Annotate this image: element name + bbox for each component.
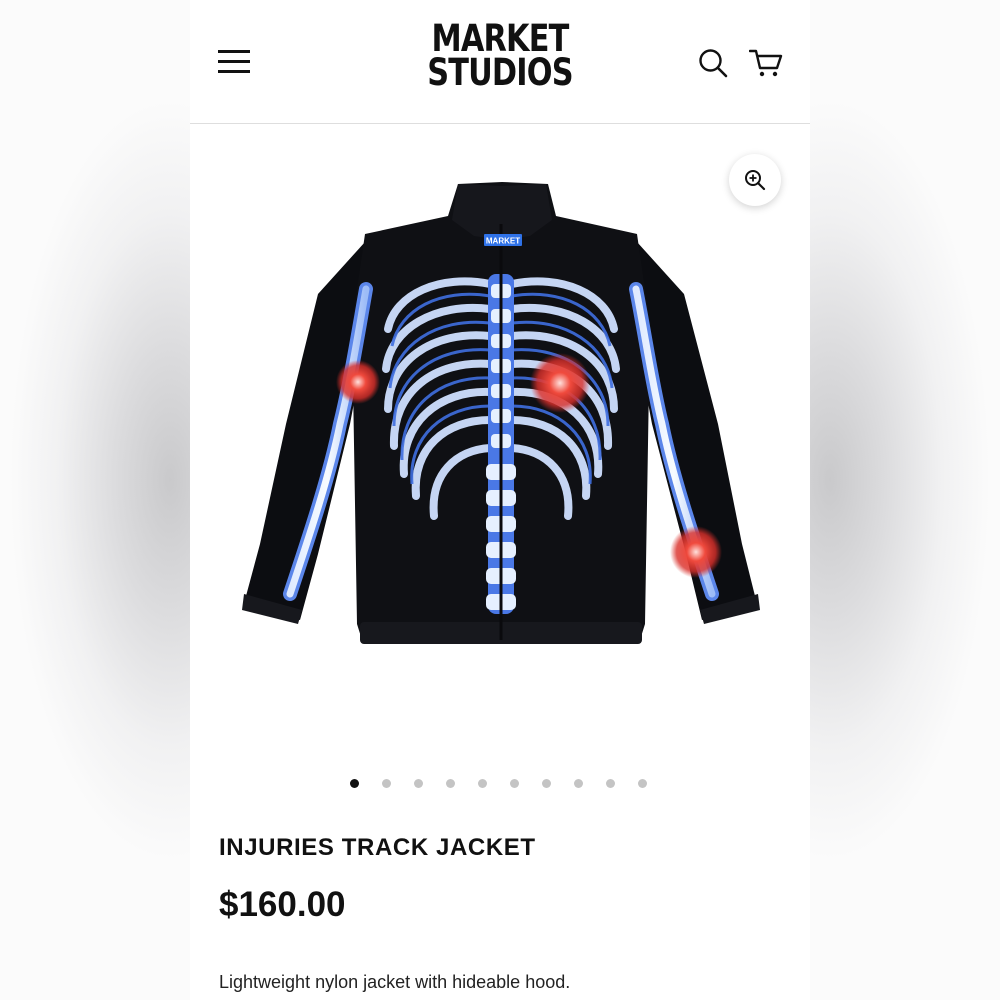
site-header: MARKET STUDIOS [190,0,810,124]
product-image[interactable]: MARKET [190,124,810,764]
blurred-background-left [0,0,190,1000]
logo-line-2: STUDIOS [427,51,573,94]
blurred-background-right [810,0,1000,1000]
product-page: MARKET STUDIOS MARKET INJURIES TRACK JAC… [190,0,810,1000]
carousel-dot-3[interactable] [414,779,423,788]
carousel-dot-2[interactable] [382,779,391,788]
image-carousel-dots [350,779,650,791]
carousel-dot-9[interactable] [606,779,615,788]
carousel-dot-1[interactable] [350,779,359,788]
product-title: INJURIES TRACK JACKET [219,834,536,861]
product-price: $160.00 [219,885,346,924]
carousel-dot-8[interactable] [574,779,583,788]
carousel-dot-7[interactable] [542,779,551,788]
jacket-tag-text: MARKET [486,237,520,246]
hamburger-menu-icon[interactable] [218,50,252,76]
carousel-dot-6[interactable] [510,779,519,788]
zoom-button[interactable] [729,154,781,206]
carousel-dot-10[interactable] [638,779,647,788]
cart-icon[interactable] [749,48,783,78]
zoom-in-icon [745,170,766,191]
carousel-dot-4[interactable] [446,779,455,788]
product-description: Lightweight nylon jacket with hideable h… [219,972,571,992]
search-icon[interactable] [698,48,728,78]
market-studios-logo[interactable]: MARKET STUDIOS [414,20,586,94]
carousel-dot-5[interactable] [478,779,487,788]
